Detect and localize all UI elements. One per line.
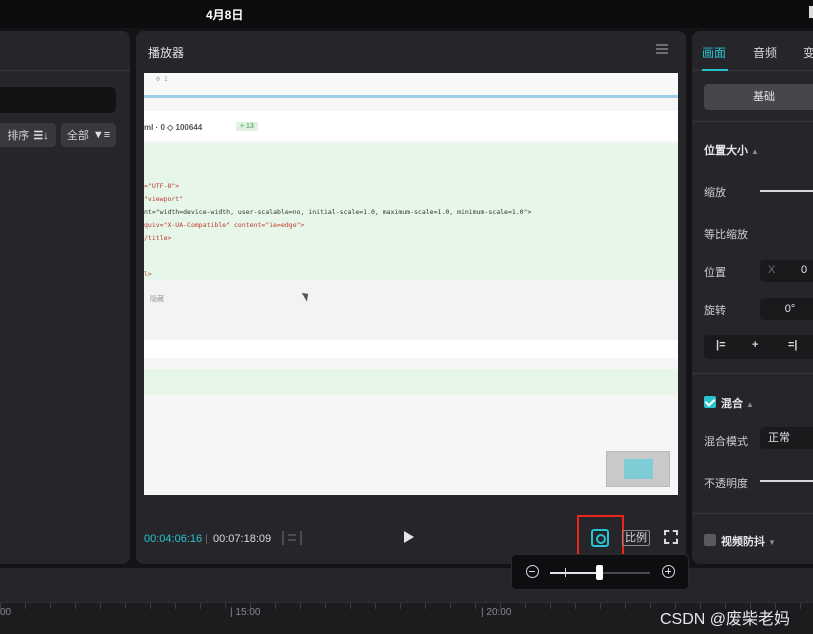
scale-label: 缩放 — [704, 187, 726, 199]
code-line-6: l> — [144, 270, 152, 278]
window-corner-icon — [809, 6, 813, 18]
code-line-4: quiv="X-UA-Compatible" content="ie=edge"… — [144, 221, 305, 229]
date-label: 4月8日 — [206, 8, 244, 22]
position-size-title: 位置大小 — [704, 145, 748, 157]
expand-caret-icon: ▼ — [768, 538, 776, 547]
alignment-bar: |= + =| — [704, 335, 813, 359]
line-numbers: 0 1 — [156, 75, 168, 83]
stabilize-section[interactable]: 视频防抖 ▼ — [721, 533, 776, 549]
fullscreen-icon[interactable] — [664, 530, 678, 544]
ruler-label: | 20:00 — [481, 607, 512, 618]
total-timecode: 00:07:18:09 — [213, 533, 272, 545]
diff-added-block-2 — [144, 369, 678, 395]
collapse-caret-icon: ▲ — [751, 147, 759, 156]
zoom-out-icon[interactable] — [526, 565, 539, 578]
sort-button[interactable]: 排序 ☰↓ — [0, 123, 56, 147]
scale-slider[interactable] — [760, 190, 813, 192]
filter-icon: ▼≡ — [92, 129, 111, 141]
sort-icon: ☰↓ — [33, 129, 49, 142]
stabilize-checkbox[interactable] — [704, 534, 716, 546]
timecode-separator: | — [205, 533, 208, 545]
player-panel: 播放器 0 1 ml · 0 ◇ 100644 + 13 ="UTF-8"> "… — [136, 31, 686, 564]
uniform-scale-label: 等比缩放 — [704, 229, 748, 241]
position-x-value: 0 — [801, 264, 808, 276]
stabilize-title: 视频防抖 — [721, 536, 765, 548]
preview-minimap-thumbnail — [606, 451, 670, 487]
rotation-input[interactable]: 0° — [760, 298, 813, 320]
ratio-button[interactable]: 比例 — [622, 530, 650, 546]
rotation-label: 旋转 — [704, 305, 726, 317]
align-left-icon[interactable]: |= — [716, 339, 726, 351]
preview-header-band — [144, 73, 678, 95]
filter-all-button[interactable]: 全部 ▼≡ — [61, 123, 116, 147]
properties-tabs: 画面 音频 变 — [692, 31, 813, 71]
blank-band — [144, 340, 678, 358]
play-button[interactable] — [404, 531, 414, 543]
zoom-slider-handle[interactable] — [596, 565, 603, 580]
collapse-caret-icon: ▲ — [746, 400, 754, 409]
blend-title: 混合 — [721, 398, 743, 410]
divider — [692, 373, 813, 374]
zoom-slider-fill — [550, 572, 600, 574]
grid-icon[interactable] — [282, 531, 302, 545]
top-bar: 4月8日 — [0, 0, 813, 28]
media-panel-header — [0, 31, 130, 71]
filter-label: 全部 — [66, 130, 89, 142]
file-meta: ml · 0 ◇ 100644 — [144, 123, 203, 132]
basic-button[interactable]: 基础 — [704, 84, 813, 110]
timeline-toolbar — [0, 568, 813, 602]
position-size-section[interactable]: 位置大小 ▲ — [704, 142, 759, 158]
align-right-icon[interactable]: =| — [788, 339, 798, 351]
search-input[interactable] — [0, 87, 116, 113]
sort-label: 排序 — [7, 130, 30, 142]
opacity-slider[interactable] — [760, 480, 813, 482]
position-label: 位置 — [704, 267, 726, 279]
divider — [692, 121, 813, 122]
diff-context-block — [144, 280, 678, 340]
tab-speed[interactable]: 变 — [803, 44, 813, 61]
blend-mode-label: 混合模式 — [704, 436, 748, 448]
tab-picture[interactable]: 画面 — [702, 44, 726, 61]
zoom-in-icon[interactable] — [662, 565, 675, 578]
align-center-icon[interactable]: + — [752, 339, 758, 351]
zoom-tick-mark — [565, 568, 566, 577]
zoom-popup — [511, 554, 689, 590]
axis-x-label: X — [768, 264, 776, 276]
diff-badge: + 13 — [236, 122, 258, 131]
blend-mode-select[interactable]: 正常 — [760, 427, 813, 449]
code-line-3: nt="width=device-width, user-scalable=no… — [144, 208, 532, 216]
collapse-text: 隐藏 — [150, 296, 164, 303]
tab-audio[interactable]: 音频 — [753, 44, 777, 61]
active-tab-underline — [702, 69, 728, 71]
blend-section[interactable]: 混合 ▲ — [721, 395, 754, 411]
media-panel: 排序 ☰↓ 全部 ▼≡ — [0, 31, 130, 564]
divider — [692, 513, 813, 514]
ruler-label: | 15:00 — [230, 607, 261, 618]
blend-checkbox[interactable] — [704, 396, 716, 408]
code-line-5: /title> — [144, 234, 172, 242]
code-line-1: ="UTF-8"> — [144, 182, 180, 190]
video-preview[interactable]: 0 1 ml · 0 ◇ 100644 + 13 ="UTF-8"> "view… — [144, 73, 678, 495]
position-x-input[interactable]: X 0 — [760, 260, 813, 282]
file-header-band — [144, 111, 678, 141]
properties-panel: 画面 音频 变 基础 位置大小 ▲ 缩放 等比缩放 位置 X 0 旋转 0° |=… — [692, 31, 813, 564]
ruler-label: 00 — [0, 607, 12, 618]
preview-blue-rule — [144, 95, 678, 98]
player-title: 播放器 — [148, 46, 185, 60]
current-timecode: 00:04:06:16 — [144, 533, 203, 545]
watermark: CSDN @废柴老妈 — [660, 611, 791, 628]
opacity-label: 不透明度 — [704, 478, 748, 490]
menu-icon[interactable] — [656, 44, 668, 54]
code-line-2: "viewport" — [144, 195, 184, 203]
